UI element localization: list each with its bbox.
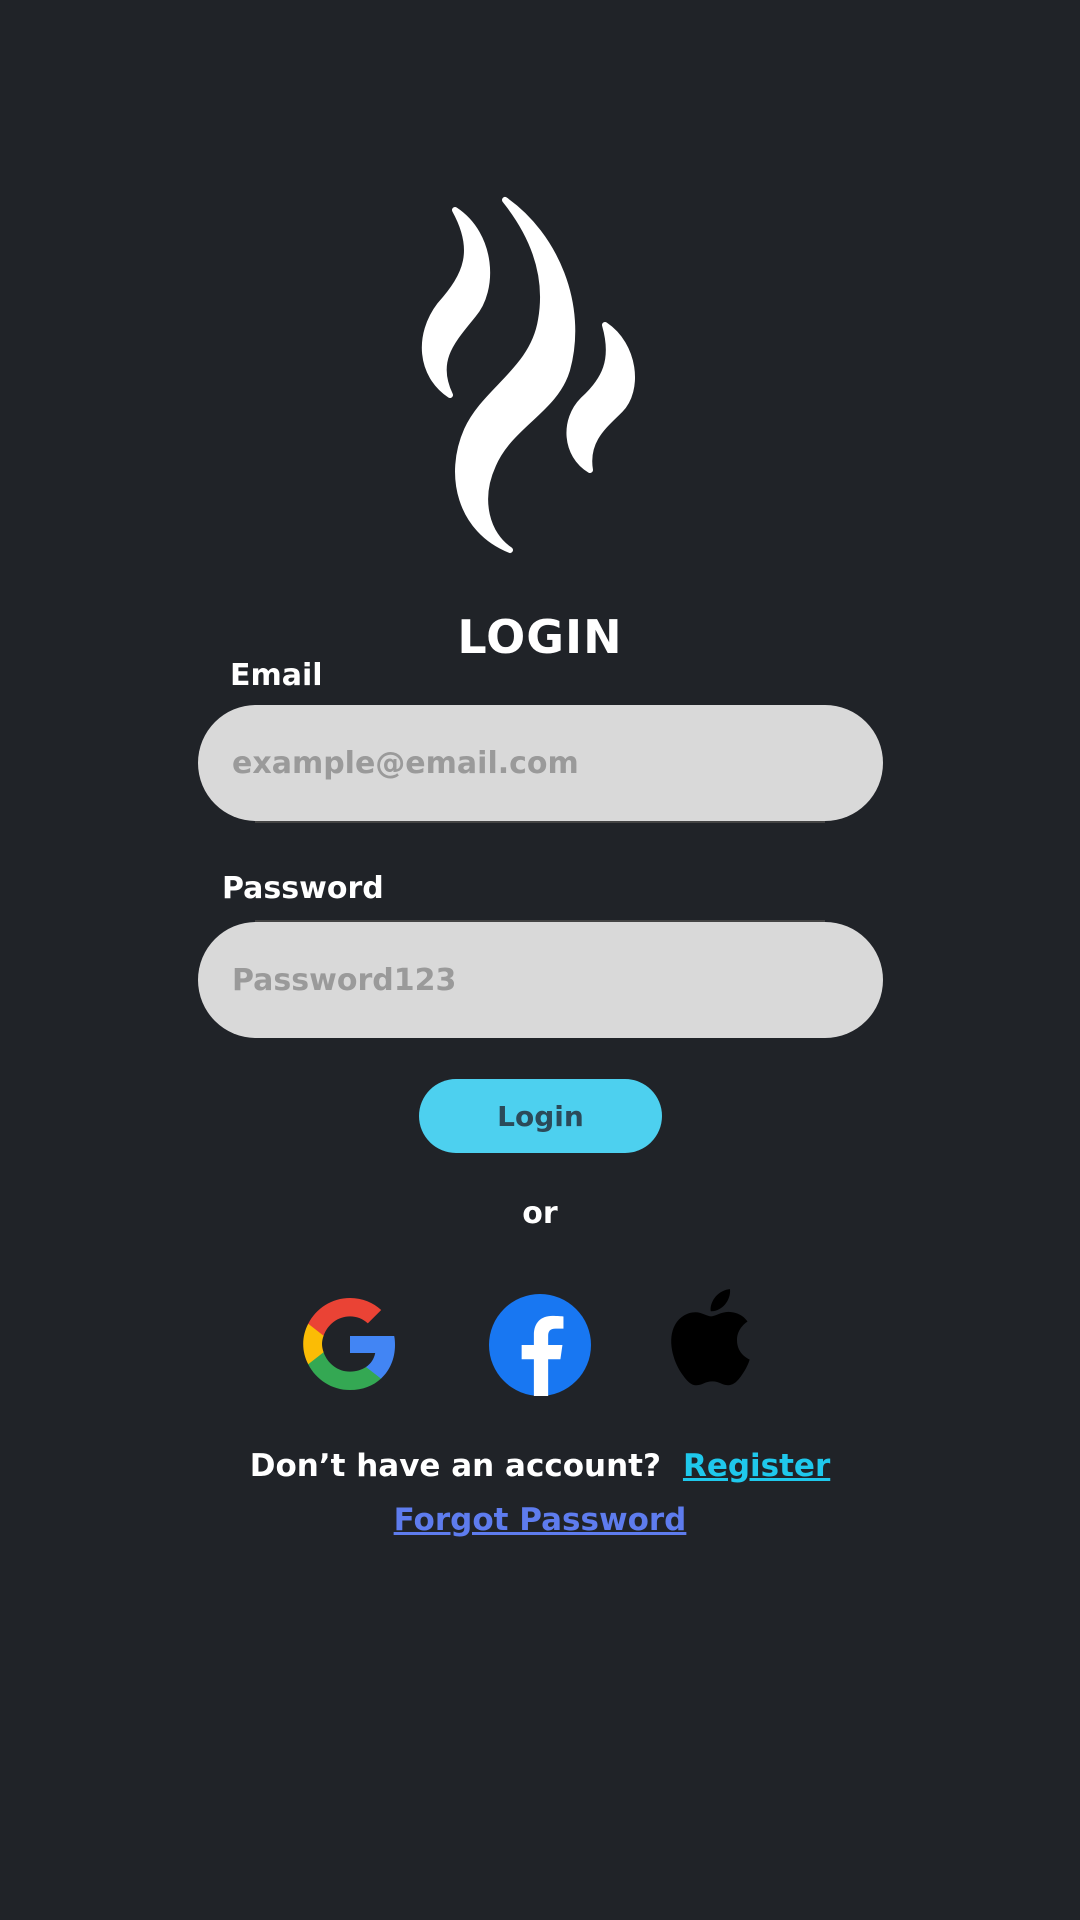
forgot-password-link[interactable]: Forgot Password (0, 1502, 1080, 1538)
email-field[interactable] (198, 705, 883, 821)
register-prompt-row: Don’t have an account? Register (0, 1448, 1080, 1484)
email-label: Email (230, 658, 323, 693)
register-prompt-text: Don’t have an account? (249, 1448, 661, 1484)
or-separator: or (522, 1196, 558, 1231)
password-label: Password (222, 871, 384, 906)
flame-logo-icon (421, 197, 635, 553)
login-button[interactable]: Login (419, 1079, 662, 1153)
facebook-icon[interactable] (489, 1294, 591, 1396)
password-field[interactable] (198, 922, 883, 1038)
password-field-container[interactable] (198, 922, 883, 1038)
apple-icon[interactable] (664, 1282, 754, 1392)
page-title: LOGIN (457, 610, 623, 664)
google-icon[interactable] (302, 1296, 398, 1392)
register-link[interactable]: Register (683, 1448, 830, 1484)
divider (255, 821, 825, 823)
email-field-container[interactable] (198, 705, 883, 821)
